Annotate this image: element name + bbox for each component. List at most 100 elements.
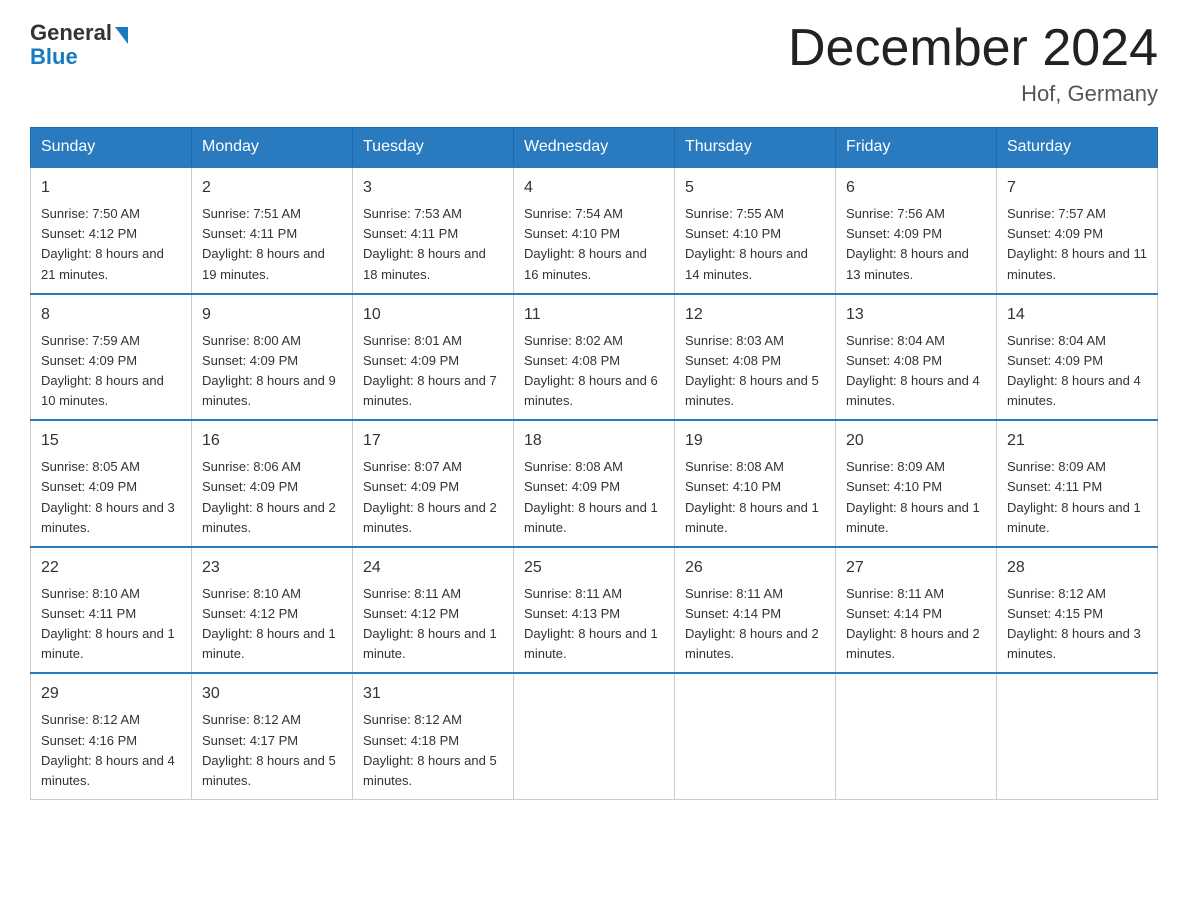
calendar-day-cell: 29 Sunrise: 8:12 AMSunset: 4:16 PMDayligh… (31, 673, 192, 799)
calendar-day-cell: 17 Sunrise: 8:07 AMSunset: 4:09 PMDayligh… (353, 420, 514, 547)
calendar-day-cell: 14 Sunrise: 8:04 AMSunset: 4:09 PMDayligh… (997, 294, 1158, 421)
day-info: Sunrise: 7:57 AMSunset: 4:09 PMDaylight:… (1007, 204, 1147, 285)
day-number: 10 (363, 303, 503, 327)
month-title: December 2024 (788, 20, 1158, 77)
day-info: Sunrise: 7:59 AMSunset: 4:09 PMDaylight:… (41, 331, 181, 412)
calendar-day-cell (997, 673, 1158, 799)
day-number: 20 (846, 429, 986, 453)
day-info: Sunrise: 8:08 AMSunset: 4:09 PMDaylight:… (524, 457, 664, 538)
calendar-day-cell: 12 Sunrise: 8:03 AMSunset: 4:08 PMDayligh… (675, 294, 836, 421)
day-info: Sunrise: 8:11 AMSunset: 4:14 PMDaylight:… (846, 584, 986, 665)
day-info: Sunrise: 8:00 AMSunset: 4:09 PMDaylight:… (202, 331, 342, 412)
day-info: Sunrise: 8:06 AMSunset: 4:09 PMDaylight:… (202, 457, 342, 538)
day-info: Sunrise: 8:08 AMSunset: 4:10 PMDaylight:… (685, 457, 825, 538)
calendar-day-cell: 21Sunrise: 8:09 AMSunset: 4:11 PMDayligh… (997, 420, 1158, 547)
day-number: 15 (41, 429, 181, 453)
day-info: Sunrise: 8:09 AMSunset: 4:10 PMDaylight:… (846, 457, 986, 538)
day-number: 3 (363, 176, 503, 200)
day-number: 9 (202, 303, 342, 327)
day-info: Sunrise: 7:51 AMSunset: 4:11 PMDaylight:… (202, 204, 342, 285)
day-number: 6 (846, 176, 986, 200)
calendar-week-row: 15 Sunrise: 8:05 AMSunset: 4:09 PMDayligh… (31, 420, 1158, 547)
calendar-day-cell: 1 Sunrise: 7:50 AMSunset: 4:12 PMDaylight… (31, 167, 192, 294)
day-number: 29 (41, 682, 181, 706)
day-info: Sunrise: 8:07 AMSunset: 4:09 PMDaylight:… (363, 457, 503, 538)
logo-general-text: General (30, 20, 112, 46)
day-number: 12 (685, 303, 825, 327)
calendar-week-row: 8 Sunrise: 7:59 AMSunset: 4:09 PMDaylight… (31, 294, 1158, 421)
day-info: Sunrise: 8:01 AMSunset: 4:09 PMDaylight:… (363, 331, 503, 412)
calendar-day-cell: 6 Sunrise: 7:56 AMSunset: 4:09 PMDaylight… (836, 167, 997, 294)
calendar-week-row: 1 Sunrise: 7:50 AMSunset: 4:12 PMDaylight… (31, 167, 1158, 294)
calendar-day-cell: 18Sunrise: 8:08 AMSunset: 4:09 PMDayligh… (514, 420, 675, 547)
calendar-day-cell: 28Sunrise: 8:12 AMSunset: 4:15 PMDayligh… (997, 547, 1158, 674)
day-number: 21 (1007, 429, 1147, 453)
day-number: 25 (524, 556, 664, 580)
calendar-day-cell: 4 Sunrise: 7:54 AMSunset: 4:10 PMDaylight… (514, 167, 675, 294)
day-number: 28 (1007, 556, 1147, 580)
day-number: 13 (846, 303, 986, 327)
day-info: Sunrise: 8:10 AMSunset: 4:11 PMDaylight:… (41, 584, 181, 665)
day-number: 26 (685, 556, 825, 580)
calendar-day-cell: 31 Sunrise: 8:12 AMSunset: 4:18 PMDayligh… (353, 673, 514, 799)
calendar-day-cell: 11Sunrise: 8:02 AMSunset: 4:08 PMDayligh… (514, 294, 675, 421)
calendar-header-sunday: Sunday (31, 128, 192, 168)
calendar-day-cell: 23Sunrise: 8:10 AMSunset: 4:12 PMDayligh… (192, 547, 353, 674)
day-info: Sunrise: 7:50 AMSunset: 4:12 PMDaylight:… (41, 204, 181, 285)
day-info: Sunrise: 8:11 AMSunset: 4:12 PMDaylight:… (363, 584, 503, 665)
logo: General Blue (30, 20, 128, 70)
day-number: 24 (363, 556, 503, 580)
calendar-day-cell: 27 Sunrise: 8:11 AMSunset: 4:14 PMDayligh… (836, 547, 997, 674)
day-number: 31 (363, 682, 503, 706)
day-info: Sunrise: 8:12 AMSunset: 4:16 PMDaylight:… (41, 710, 181, 791)
calendar-header-row: SundayMondayTuesdayWednesdayThursdayFrid… (31, 128, 1158, 168)
day-number: 8 (41, 303, 181, 327)
calendar-day-cell (514, 673, 675, 799)
calendar-header-wednesday: Wednesday (514, 128, 675, 168)
calendar-header-tuesday: Tuesday (353, 128, 514, 168)
calendar-header-friday: Friday (836, 128, 997, 168)
day-number: 11 (524, 303, 664, 327)
calendar-table: SundayMondayTuesdayWednesdayThursdayFrid… (30, 127, 1158, 800)
title-area: December 2024 Hof, Germany (788, 20, 1158, 107)
day-info: Sunrise: 8:11 AMSunset: 4:13 PMDaylight:… (524, 584, 664, 665)
day-info: Sunrise: 8:04 AMSunset: 4:08 PMDaylight:… (846, 331, 986, 412)
calendar-day-cell: 26Sunrise: 8:11 AMSunset: 4:14 PMDayligh… (675, 547, 836, 674)
calendar-day-cell: 16 Sunrise: 8:06 AMSunset: 4:09 PMDayligh… (192, 420, 353, 547)
calendar-day-cell: 24 Sunrise: 8:11 AMSunset: 4:12 PMDayligh… (353, 547, 514, 674)
calendar-header-saturday: Saturday (997, 128, 1158, 168)
calendar-day-cell: 8 Sunrise: 7:59 AMSunset: 4:09 PMDaylight… (31, 294, 192, 421)
calendar-day-cell: 20 Sunrise: 8:09 AMSunset: 4:10 PMDayligh… (836, 420, 997, 547)
day-number: 2 (202, 176, 342, 200)
day-info: Sunrise: 8:12 AMSunset: 4:18 PMDaylight:… (363, 710, 503, 791)
location-title: Hof, Germany (788, 81, 1158, 107)
day-number: 4 (524, 176, 664, 200)
day-number: 19 (685, 429, 825, 453)
day-number: 17 (363, 429, 503, 453)
day-info: Sunrise: 8:04 AMSunset: 4:09 PMDaylight:… (1007, 331, 1147, 412)
day-number: 14 (1007, 303, 1147, 327)
day-number: 30 (202, 682, 342, 706)
page-header: General Blue December 2024 Hof, Germany (30, 20, 1158, 107)
calendar-day-cell: 30Sunrise: 8:12 AMSunset: 4:17 PMDayligh… (192, 673, 353, 799)
day-info: Sunrise: 7:54 AMSunset: 4:10 PMDaylight:… (524, 204, 664, 285)
day-info: Sunrise: 8:03 AMSunset: 4:08 PMDaylight:… (685, 331, 825, 412)
day-number: 1 (41, 176, 181, 200)
day-info: Sunrise: 7:56 AMSunset: 4:09 PMDaylight:… (846, 204, 986, 285)
day-info: Sunrise: 8:10 AMSunset: 4:12 PMDaylight:… (202, 584, 342, 665)
calendar-day-cell (836, 673, 997, 799)
calendar-week-row: 22Sunrise: 8:10 AMSunset: 4:11 PMDayligh… (31, 547, 1158, 674)
calendar-day-cell: 13 Sunrise: 8:04 AMSunset: 4:08 PMDayligh… (836, 294, 997, 421)
day-info: Sunrise: 8:05 AMSunset: 4:09 PMDaylight:… (41, 457, 181, 538)
day-number: 5 (685, 176, 825, 200)
logo-blue-text: Blue (30, 44, 78, 70)
calendar-day-cell (675, 673, 836, 799)
calendar-week-row: 29 Sunrise: 8:12 AMSunset: 4:16 PMDayligh… (31, 673, 1158, 799)
calendar-day-cell: 15 Sunrise: 8:05 AMSunset: 4:09 PMDayligh… (31, 420, 192, 547)
day-number: 16 (202, 429, 342, 453)
calendar-header-thursday: Thursday (675, 128, 836, 168)
day-number: 27 (846, 556, 986, 580)
day-info: Sunrise: 7:55 AMSunset: 4:10 PMDaylight:… (685, 204, 825, 285)
calendar-day-cell: 19 Sunrise: 8:08 AMSunset: 4:10 PMDayligh… (675, 420, 836, 547)
day-info: Sunrise: 7:53 AMSunset: 4:11 PMDaylight:… (363, 204, 503, 285)
